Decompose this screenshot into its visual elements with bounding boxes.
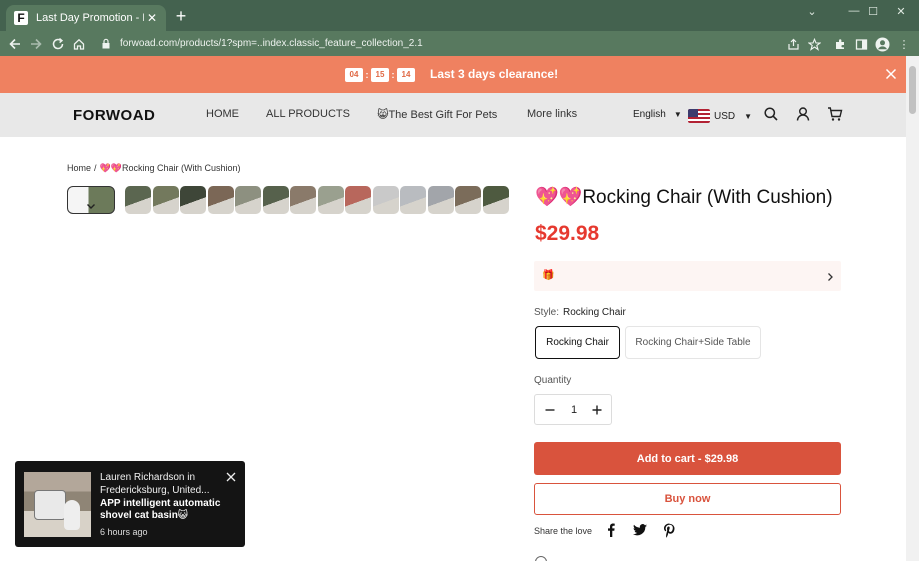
new-tab-icon[interactable]: + [172,7,190,25]
notification-close-icon[interactable] [225,470,237,482]
quantity-value[interactable]: 1 [565,404,583,416]
gallery-thumbnail[interactable] [345,186,371,214]
gallery-thumbnail[interactable] [482,186,509,214]
nav-best-gift-for-pets[interactable]: 😸The Best Gift For Pets [377,108,497,121]
forward-icon[interactable] [26,34,46,54]
tab-close-icon[interactable]: ✕ [144,10,160,26]
product-price: $29.98 [535,222,600,245]
timer-seconds: 14 [397,67,415,82]
share-label: Share the love [534,526,593,536]
coupon-banner[interactable]: 🎁 [534,261,841,291]
home-icon[interactable] [69,34,89,54]
twitter-icon[interactable] [632,522,648,538]
back-icon[interactable] [5,34,25,54]
style-label-text: Style: [534,307,560,318]
gallery-thumbnail[interactable] [207,186,234,214]
timer-separator: : [391,69,395,80]
timer-minutes: 15 [371,67,389,82]
notification-buyer: Lauren Richardson in Fredericksburg, Uni… [100,472,210,496]
style-label: Style: Rocking Chair [534,307,626,318]
gallery-thumbnail[interactable] [180,186,206,214]
tab-title: Last Day Promotion - Rocking Ch [36,12,144,24]
site-logo[interactable]: FORWOAD [73,107,155,124]
thumbnail-strip [125,186,509,214]
timer-hours: 04 [345,67,363,82]
currency-selector[interactable]: USD ▼ [688,109,752,123]
browser-window: F Last Day Promotion - Rocking Ch ✕ + ⌄ … [0,0,919,561]
browser-menu-icon[interactable]: ⋮ [894,34,914,54]
profile-icon[interactable] [872,34,892,54]
gallery-thumbnail[interactable] [455,186,481,214]
extensions-icon[interactable] [830,34,850,54]
us-flag-icon [688,109,710,123]
nav-more-links[interactable]: More links [527,108,577,120]
gallery-thumbnail[interactable] [235,186,261,214]
favicon-icon: F [14,11,28,25]
chevron-down-icon[interactable] [83,198,99,214]
search-icon[interactable] [763,106,779,122]
facebook-icon[interactable] [603,522,619,538]
countdown-timer: 04 : 15 : 14 [345,67,415,82]
web-page: 04 : 15 : 14 Last 3 days clearance! FORW… [0,56,906,561]
notification-product[interactable]: APP intelligent automatic shovel cat bas… [100,498,230,522]
minus-icon[interactable] [543,403,557,417]
page-scrollbar[interactable] [906,56,919,561]
shipping-icon [535,556,547,561]
gallery-thumbnail[interactable] [372,186,399,214]
side-panel-icon[interactable] [851,34,871,54]
breadcrumb: Home / 💖💖Rocking Chair (With Cushion) [67,163,240,174]
browser-toolbar: forwoad.com/products/1?spm=..index.class… [0,31,919,56]
quantity-label: Quantity [534,375,572,386]
chevron-right-icon [825,270,835,282]
plus-icon[interactable] [590,403,604,417]
nav-all-products[interactable]: ALL PRODUCTS [266,108,350,120]
breadcrumb-separator: / [94,163,97,173]
chevron-down-icon: ▼ [744,111,753,121]
language-selector[interactable]: English ▼ [633,109,682,120]
gallery-thumbnail[interactable] [290,186,316,214]
address-bar[interactable]: forwoad.com/products/1?spm=..index.class… [94,33,829,54]
reload-icon[interactable] [48,34,68,54]
gallery-thumbnail[interactable] [152,186,179,214]
quantity-stepper: 1 [534,394,612,425]
breadcrumb-current: 💖💖Rocking Chair (With Cushion) [99,163,241,173]
scrollbar-thumb[interactable] [909,66,916,114]
browser-tab[interactable]: F Last Day Promotion - Rocking Ch ✕ [6,5,166,31]
currency-label: USD [714,110,736,122]
notification-time: 6 hours ago [100,527,148,537]
notification-product-image [24,472,91,537]
promo-text: Last 3 days clearance! [430,67,559,81]
cart-icon[interactable] [827,106,843,122]
chevron-down-icon: ▼ [673,110,682,119]
timer-separator: : [365,69,369,80]
gallery-thumbnail[interactable] [400,186,426,214]
product-title: 💖💖Rocking Chair (With Cushion) [535,187,833,208]
site-header: FORWOAD HOME ALL PRODUCTS 😸The Best Gift… [0,93,906,137]
breadcrumb-home[interactable]: Home [67,163,91,173]
gallery-thumbnail[interactable] [262,186,289,214]
lock-icon [100,38,112,50]
purchase-notification[interactable]: Lauren Richardson in Fredericksburg, Uni… [15,461,245,547]
buy-now-button[interactable]: Buy now [534,483,841,515]
gallery-thumbnail[interactable] [125,186,151,214]
gallery-thumbnail[interactable] [427,186,454,214]
nav-home[interactable]: HOME [206,108,239,120]
share-page-icon[interactable] [783,34,803,54]
gallery-thumbnail[interactable] [317,186,344,214]
account-icon[interactable] [795,106,811,122]
option-rocking-chair[interactable]: Rocking Chair [535,326,620,359]
gift-icon: 🎁 [542,270,555,281]
promo-bar: 04 : 15 : 14 Last 3 days clearance! [0,56,906,93]
url-text: forwoad.com/products/1?spm=..index.class… [120,38,423,49]
title-bar: F Last Day Promotion - Rocking Ch ✕ + ⌄ … [0,0,919,31]
option-rocking-chair-side-table[interactable]: Rocking Chair+Side Table [625,326,761,359]
bookmark-star-icon[interactable] [804,34,824,54]
tab-search-icon[interactable]: ⌄ [794,0,830,22]
pinterest-icon[interactable] [661,522,677,538]
style-value: Rocking Chair [563,307,626,318]
promo-close-icon[interactable] [884,67,898,81]
window-close-icon[interactable]: ✕ [883,0,919,22]
add-to-cart-button[interactable]: Add to cart - $29.98 [534,442,841,475]
language-label: English [633,109,666,120]
